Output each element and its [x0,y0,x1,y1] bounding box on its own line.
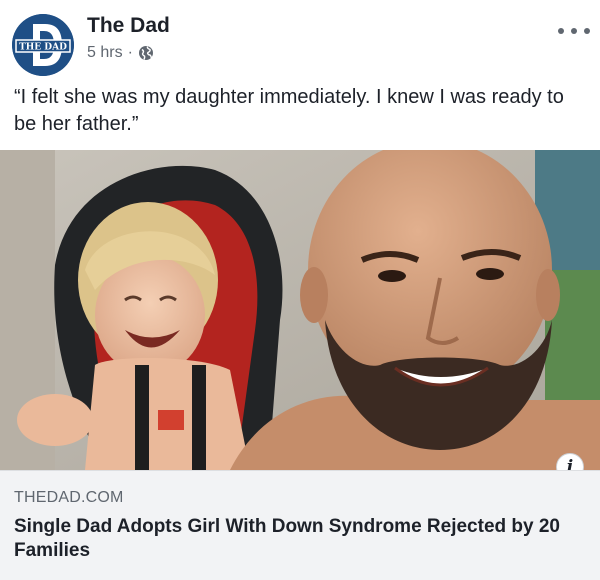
link-preview[interactable]: THEDAD.COM Single Dad Adopts Girl With D… [0,470,600,580]
post-meta: 5 hrs · [87,44,154,62]
meta-separator: · [127,44,133,61]
svg-text:THE DAD: THE DAD [19,43,67,53]
link-domain: THEDAD.COM [14,489,124,506]
father-daughter-selfie-image [0,150,600,470]
page-name-link[interactable]: The Dad [87,14,170,38]
post-photo[interactable] [0,150,600,470]
post-text: “I felt she was my daughter immediately.… [14,86,564,135]
more-options-icon [558,28,564,34]
globe-icon[interactable] [138,45,154,61]
facebook-post: THE DAD The Dad 5 hrs · “I felt she was … [0,0,600,580]
more-options-button[interactable] [558,22,590,40]
link-title[interactable]: Single Dad Adopts Girl With Down Syndrom… [14,515,586,563]
the-dad-logo: THE DAD [12,14,74,76]
page-avatar[interactable]: THE DAD [12,14,74,76]
post-timestamp[interactable]: 5 hrs [87,44,123,62]
